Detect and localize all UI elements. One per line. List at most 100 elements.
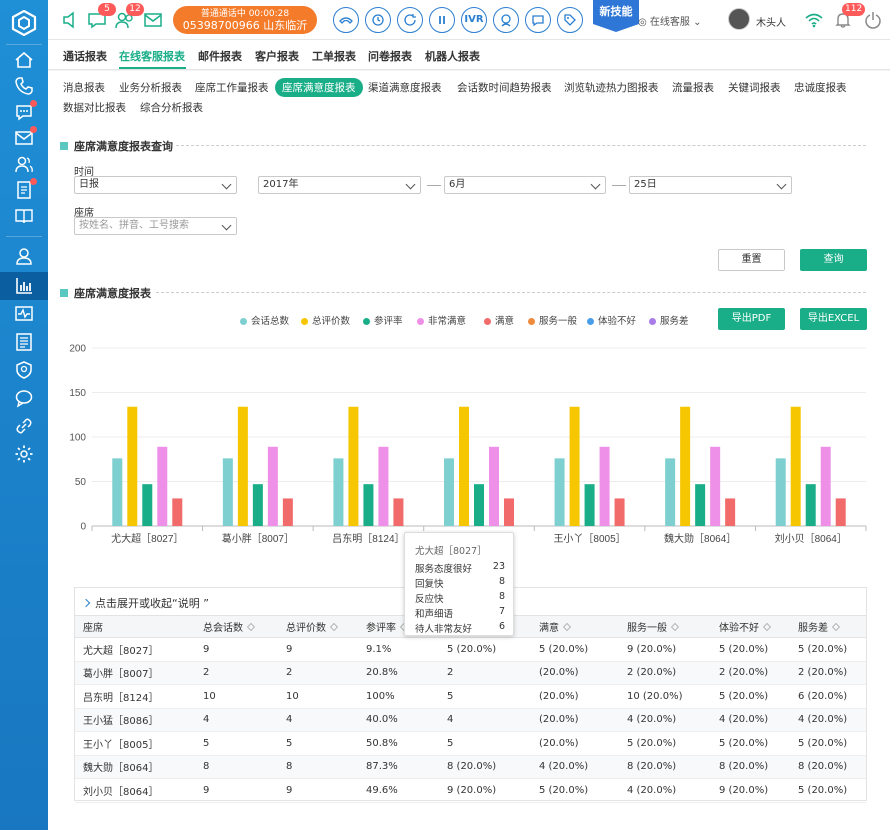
- legend-item[interactable]: 服务一般: [528, 313, 577, 327]
- expand-description-toggle[interactable]: 点击展开或收起“说明 ”: [81, 595, 209, 611]
- tag-button[interactable]: [557, 7, 583, 33]
- chat-icon[interactable]: [14, 100, 37, 122]
- tab-mail-report[interactable]: 邮件报表: [198, 48, 242, 64]
- phone-icon[interactable]: [14, 76, 34, 96]
- table-row[interactable]: 王小猛［8086］ 4 4 40.0% 4 (20.0%) 4 (20.0%) 4 (20.0…: [75, 708, 866, 732]
- table-row[interactable]: 尤大超［8027］ 9 9 9.1% 5 (20.0%) 5 (20.0%) 9 (20.0…: [75, 637, 866, 662]
- sort-icon[interactable]: [330, 623, 338, 631]
- email-icon[interactable]: [142, 9, 164, 31]
- reset-button[interactable]: 重置: [718, 249, 785, 271]
- subtab-channel-satisfaction[interactable]: 渠道满意度报表: [368, 80, 442, 95]
- legend-item[interactable]: 服务差: [649, 313, 689, 327]
- legend-item[interactable]: 参评率: [363, 313, 403, 327]
- chat-bubble-button[interactable]: [525, 7, 551, 33]
- refresh-button[interactable]: [397, 7, 423, 33]
- tooltip-title: 尤大超［8027］: [415, 546, 487, 557]
- legend-item[interactable]: 会话总数: [240, 313, 289, 327]
- contacts-icon[interactable]: 12: [114, 3, 144, 31]
- table-row[interactable]: 吕东明［8124］ 10 10 100% 5 (20.0%) 10 (20.0%) 5 (20…: [75, 684, 866, 709]
- tab-survey-report[interactable]: 问卷报表: [368, 48, 412, 64]
- table-cell: 8 (20.0%): [439, 755, 531, 779]
- sort-icon[interactable]: [832, 623, 840, 631]
- column-header[interactable]: 体验不好: [711, 615, 790, 638]
- bar: [665, 458, 676, 526]
- table-cell: 5 (20.0%): [711, 684, 790, 709]
- sort-icon[interactable]: [563, 623, 571, 631]
- consult-button[interactable]: [493, 7, 519, 33]
- legend-item[interactable]: 满意: [484, 313, 514, 327]
- sort-icon[interactable]: [763, 623, 771, 631]
- new-skill-ribbon[interactable]: 新技能: [593, 0, 639, 32]
- settings-gear-icon[interactable]: [14, 444, 34, 464]
- volume-icon[interactable]: [60, 9, 82, 31]
- sort-icon[interactable]: [247, 623, 255, 631]
- link-icon[interactable]: [14, 416, 34, 436]
- export-excel-button[interactable]: 导出EXCEL: [800, 308, 867, 330]
- knowledge-book-icon[interactable]: [14, 206, 34, 226]
- table-row[interactable]: 魏大勋［8064］ 8 8 87.3% 8 (20.0%) 4 (20.0%) 8 (20.…: [75, 755, 866, 779]
- day-select-value: 25日: [634, 179, 657, 190]
- search-button[interactable]: 查询: [800, 249, 867, 271]
- period-select[interactable]: 日报: [74, 176, 237, 194]
- column-header[interactable]: 总评价数: [278, 615, 358, 638]
- table-row[interactable]: 王小丫［8005］ 5 5 50.8% 5 (20.0%) 5 (20.0%) 5 (20.0…: [75, 731, 866, 756]
- legend-item[interactable]: 体验不好: [587, 313, 636, 327]
- legend-item[interactable]: 非常满意: [417, 313, 466, 327]
- tab-robot-report[interactable]: 机器人报表: [425, 48, 480, 64]
- subtab-agent-satisfaction[interactable]: 座席满意度报表: [275, 78, 363, 97]
- ticket-list-icon[interactable]: [14, 178, 37, 200]
- column-header[interactable]: 服务一般: [619, 615, 711, 638]
- tooltip-item-label: 待人非常友好: [415, 624, 473, 635]
- column-header[interactable]: 座席: [75, 615, 195, 638]
- year-select[interactable]: 2017年: [258, 176, 421, 194]
- tooltip-item: 服务态度很好 23: [415, 561, 505, 575]
- tab-ticket-report[interactable]: 工单报表: [312, 48, 356, 64]
- bar: [282, 498, 293, 526]
- subtab-comprehensive[interactable]: 综合分析报表: [140, 100, 203, 115]
- subtab-loyalty[interactable]: 忠诚度报表: [794, 80, 847, 95]
- subtab-message[interactable]: 消息报表: [63, 80, 105, 95]
- month-select[interactable]: 6月: [444, 176, 606, 194]
- user-menu[interactable]: 木头人: [728, 8, 808, 32]
- subtab-keyword[interactable]: 关键词报表: [728, 80, 781, 95]
- sort-icon[interactable]: [671, 623, 679, 631]
- document-list-icon[interactable]: [14, 332, 34, 352]
- message-icon[interactable]: 5: [86, 3, 116, 31]
- ivr-button[interactable]: IVR: [461, 7, 487, 33]
- subtab-browse-heatmap[interactable]: 浏览轨迹热力图报表: [564, 80, 659, 95]
- hangup-button[interactable]: [333, 7, 359, 33]
- table-row[interactable]: 刘小贝［8064］ 9 9 49.6% 9 (20.0%) 5 (20.0%) 4 (20.…: [75, 778, 866, 803]
- pause-button[interactable]: [429, 7, 455, 33]
- agent-status-dropdown[interactable]: ◎ 在线客服 ⌄: [638, 13, 701, 28]
- column-header[interactable]: 服务差: [790, 615, 866, 638]
- mail-icon[interactable]: [14, 126, 37, 148]
- table-row[interactable]: 葛小胖［8007］ 2 2 20.8% 2 (20.0%) 2 (20.0%) 2 (20.0…: [75, 661, 866, 685]
- report-chart-icon[interactable]: [14, 276, 34, 296]
- table-cell: 20.8%: [358, 661, 439, 685]
- subtab-data-compare[interactable]: 数据对比报表: [63, 100, 126, 115]
- home-icon[interactable]: [14, 50, 34, 70]
- agent-search-select[interactable]: 按姓名、拼音、工号搜索: [74, 217, 237, 235]
- column-header[interactable]: 满意: [531, 615, 619, 638]
- legend-swatch: [484, 317, 491, 325]
- subtab-traffic[interactable]: 流量报表: [672, 80, 714, 95]
- tab-online-service-report[interactable]: 在线客服报表: [119, 48, 185, 64]
- subtab-business-analysis[interactable]: 业务分析报表: [119, 80, 182, 95]
- subtab-session-trend[interactable]: 会话数时间趋势报表: [457, 80, 552, 95]
- shield-icon[interactable]: [14, 360, 34, 380]
- monitor-pulse-icon[interactable]: [14, 304, 34, 324]
- notification-bell-icon[interactable]: 112: [834, 3, 866, 29]
- column-header[interactable]: 总会话数: [195, 615, 278, 638]
- agent-icon[interactable]: [14, 246, 34, 266]
- users-icon[interactable]: [14, 154, 34, 174]
- tab-customer-report[interactable]: 客户报表: [255, 48, 299, 64]
- power-icon[interactable]: [864, 11, 882, 29]
- comment-icon[interactable]: [14, 388, 34, 408]
- active-call-indicator[interactable]: 普通通话中 00:00:28 05398700966 山东临沂: [173, 6, 317, 34]
- transfer-button[interactable]: [365, 7, 391, 33]
- legend-item[interactable]: 总评价数: [301, 313, 350, 327]
- export-pdf-button[interactable]: 导出PDF: [718, 308, 785, 330]
- day-select[interactable]: 25日: [629, 176, 792, 194]
- subtab-agent-workload[interactable]: 座席工作量报表: [195, 80, 269, 95]
- tab-call-report[interactable]: 通话报表: [63, 48, 107, 64]
